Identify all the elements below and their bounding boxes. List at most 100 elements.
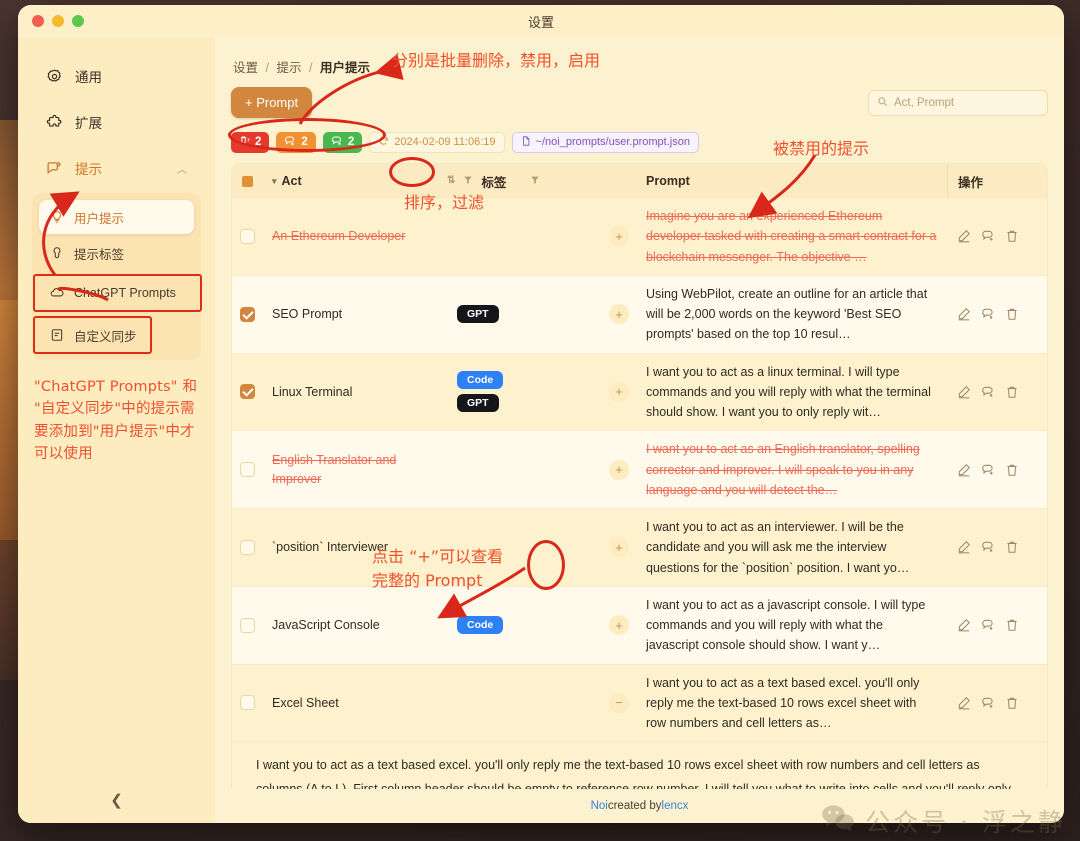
- row-checkbox[interactable]: [232, 587, 262, 664]
- row-prompt-text: I want you to act as a text based excel.…: [646, 675, 920, 731]
- chat-x-icon[interactable]: [981, 385, 995, 399]
- expand-toggle-button[interactable]: −: [609, 692, 629, 713]
- row-prompt-cell: I want you to act as a text based excel.…: [636, 665, 947, 742]
- file-path-text: ~/noi_prompts/user.prompt.json: [535, 136, 690, 148]
- row-ops-cell: [947, 354, 1047, 431]
- sidebar-subitem-label: 提示标签: [74, 247, 125, 262]
- breadcrumb-part-settings[interactable]: 设置: [233, 61, 258, 75]
- sidebar-item-user-prompts[interactable]: 用户提示: [39, 200, 194, 234]
- trash-icon[interactable]: [1005, 540, 1019, 554]
- checkbox-box: [239, 539, 255, 555]
- sort-icon[interactable]: ⇅: [447, 176, 455, 186]
- breadcrumb: 设置 / 提示 / 用户提示: [233, 57, 1048, 76]
- chat-plus-icon[interactable]: [981, 229, 995, 243]
- sidebar-item-extensions[interactable]: 扩展: [32, 102, 201, 142]
- row-prompt-cell: I want you to act as a linux terminal. I…: [636, 354, 947, 431]
- row-checkbox[interactable]: [232, 509, 262, 586]
- sidebar-item-general[interactable]: 通用: [32, 56, 201, 96]
- table-row[interactable]: Linux Terminal Code GPT + I want you to a…: [232, 353, 1047, 432]
- trash-icon[interactable]: [1005, 229, 1019, 243]
- row-checkbox[interactable]: [232, 431, 262, 508]
- filter-icon[interactable]: [463, 175, 473, 188]
- trash-icon: [239, 135, 250, 149]
- last-sync-timestamp: 2024-02-09 11:06:19: [369, 131, 505, 153]
- edit-icon[interactable]: [957, 307, 971, 321]
- row-prompt-cell: I want you to act as an English translat…: [636, 431, 947, 508]
- edit-icon[interactable]: [957, 540, 971, 554]
- sidebar-item-prompt-tags[interactable]: 提示标签: [39, 236, 194, 270]
- puzzle-icon: [46, 114, 63, 131]
- row-prompt-text: I want you to act as an English translat…: [646, 442, 920, 497]
- trash-icon[interactable]: [1005, 618, 1019, 632]
- row-act-label: JavaScript Console: [272, 617, 380, 632]
- row-checkbox[interactable]: [232, 665, 262, 742]
- tag-filter-icon[interactable]: [530, 175, 540, 188]
- row-act-label: English Translator and Improver: [272, 452, 397, 486]
- chat-x-icon[interactable]: [981, 307, 995, 321]
- tag-badge[interactable]: Code: [457, 616, 504, 635]
- sidebar-item-chatgpt-prompts[interactable]: ChatGPT Prompts: [33, 274, 202, 312]
- breadcrumb-current: 用户提示: [319, 61, 370, 75]
- trash-icon[interactable]: [1005, 696, 1019, 710]
- row-prompt-cell: I want you to act as a javascript consol…: [636, 587, 947, 664]
- sidebar-item-custom-sync[interactable]: 自定义同步: [33, 316, 194, 354]
- table-row[interactable]: `position` Interviewer + I want you to a…: [232, 509, 1047, 587]
- expand-toggle-button[interactable]: +: [609, 304, 629, 325]
- trash-icon[interactable]: [1005, 307, 1019, 321]
- batch-disable-count: 2: [301, 136, 308, 148]
- batch-enable-count: 2: [347, 136, 355, 148]
- batch-delete-pill[interactable]: 2: [231, 131, 270, 153]
- row-checkbox[interactable]: [232, 276, 262, 353]
- expand-toggle-button[interactable]: +: [609, 459, 629, 480]
- expanded-prompt-text: I want you to act as a text based excel.…: [232, 742, 1047, 789]
- column-header-tag-label: 标签: [481, 175, 507, 190]
- footer-author-link[interactable]: lencx: [662, 800, 689, 812]
- row-act-cell: SEO Prompt: [262, 276, 447, 353]
- sidebar-item-prompts[interactable]: 提示 ︿: [32, 148, 201, 188]
- column-header-ops-label: 操作: [958, 175, 984, 190]
- table-row[interactable]: JavaScript Console Code + I want you to …: [232, 587, 1047, 665]
- batch-disable-pill[interactable]: 2: [276, 131, 316, 153]
- batch-enable-pill[interactable]: 2: [322, 131, 363, 153]
- row-act-label: An Ethereum Developer: [272, 229, 406, 243]
- chevron-down-icon[interactable]: ▾: [272, 176, 277, 187]
- expand-toggle-button[interactable]: +: [609, 537, 629, 558]
- edit-icon[interactable]: [957, 463, 971, 477]
- edit-icon[interactable]: [957, 229, 971, 243]
- window-title: 设置: [527, 14, 554, 30]
- edit-icon[interactable]: [957, 385, 971, 399]
- edit-icon[interactable]: [957, 696, 971, 710]
- chat-x-icon[interactable]: [981, 618, 995, 632]
- column-header-prompt-label: Prompt: [646, 174, 690, 188]
- table-row[interactable]: Excel Sheet − I want you to act as a tex…: [232, 664, 1047, 743]
- chat-plus-icon[interactable]: [981, 463, 995, 477]
- table-row[interactable]: SEO Prompt GPT + Using WebPilot, create …: [232, 276, 1047, 354]
- footer-app-link[interactable]: Noi: [591, 800, 608, 812]
- chat-x-icon[interactable]: [981, 540, 995, 554]
- breadcrumb-part-prompts[interactable]: 提示: [276, 61, 301, 75]
- refresh-icon: [378, 135, 389, 149]
- table-row[interactable]: An Ethereum Developer + Imagine you are …: [232, 198, 1047, 276]
- expand-toggle-button[interactable]: +: [609, 226, 629, 247]
- file-path-pill[interactable]: ~/noi_prompts/user.prompt.json: [511, 131, 699, 153]
- table-row[interactable]: English Translator and Improver + I want…: [232, 431, 1047, 509]
- tag-badge[interactable]: GPT: [457, 394, 499, 413]
- chat-x-icon[interactable]: [981, 696, 995, 710]
- add-prompt-button[interactable]: + Prompt: [231, 87, 313, 118]
- select-all-checkbox[interactable]: [232, 175, 262, 187]
- row-expand-cell: −: [602, 665, 636, 742]
- trash-icon[interactable]: [1005, 385, 1019, 399]
- trash-icon[interactable]: [1005, 463, 1019, 477]
- row-checkbox[interactable]: [232, 354, 262, 431]
- sidebar-collapse-button[interactable]: ❮: [18, 777, 215, 823]
- search-input[interactable]: Act, Prompt: [868, 89, 1048, 116]
- expand-toggle-button[interactable]: +: [609, 381, 629, 402]
- expand-toggle-button[interactable]: +: [609, 615, 629, 636]
- column-header-prompt: Prompt: [636, 174, 947, 188]
- tag-badge[interactable]: GPT: [457, 305, 499, 324]
- tag-badge[interactable]: Code: [457, 371, 504, 390]
- row-checkbox[interactable]: [232, 198, 262, 275]
- sidebar: 通用 扩展 提示 ︿ 用户提示 提示标签 ChatGPT Prompts 自定义…: [18, 37, 215, 823]
- row-act-label: Linux Terminal: [272, 384, 353, 399]
- edit-icon[interactable]: [957, 618, 971, 632]
